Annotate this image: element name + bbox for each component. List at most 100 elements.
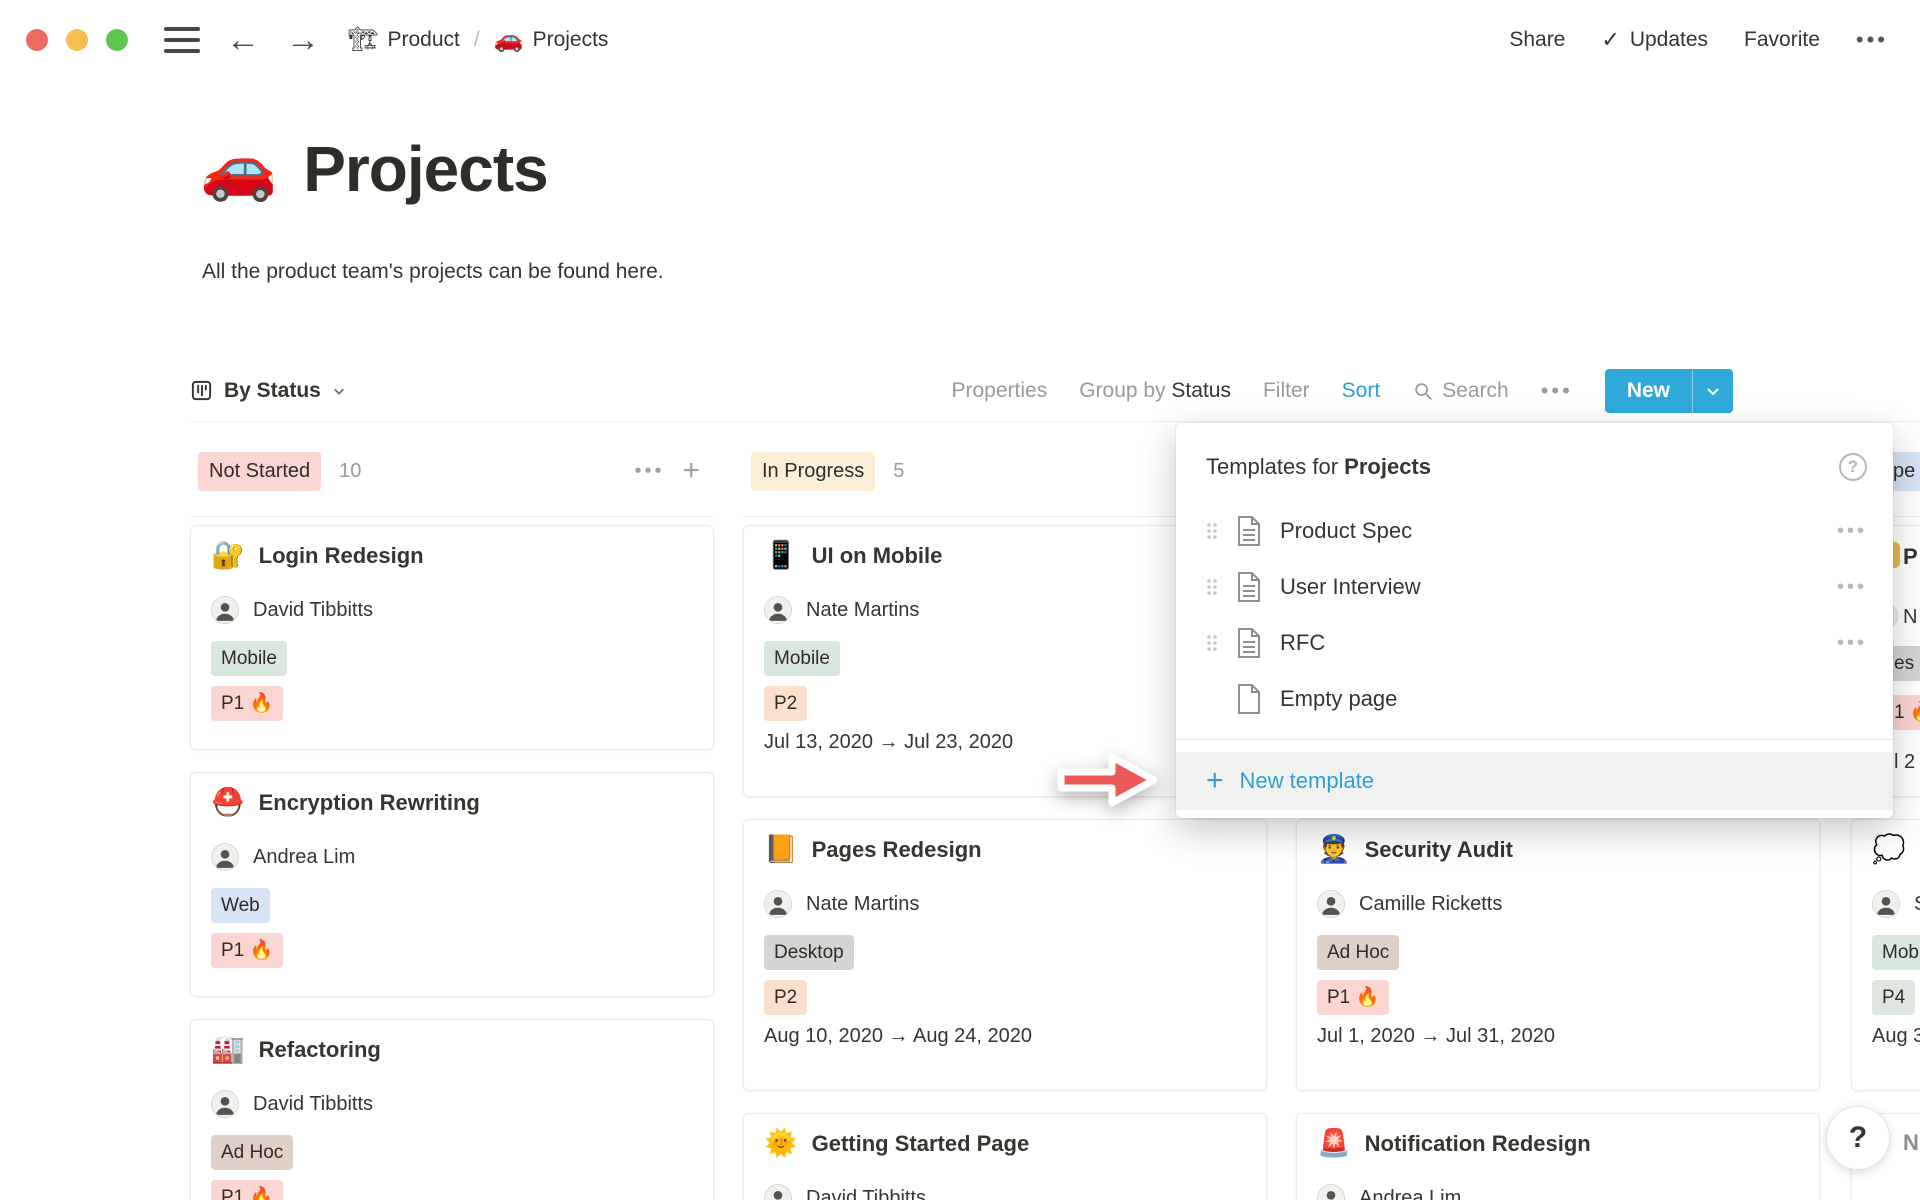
back-arrow-icon[interactable]: ←: [226, 23, 260, 57]
breadcrumb-projects[interactable]: 🚗 Projects: [494, 28, 609, 52]
close-button[interactable]: [26, 29, 48, 51]
card-encryption-rewriting[interactable]: ⛑️ Encryption Rewriting Andrea Lim Web P…: [190, 772, 714, 997]
document-icon: [1236, 572, 1262, 602]
new-button-chevron[interactable]: [1693, 369, 1733, 413]
card-login-redesign[interactable]: 🔐 Login Redesign David Tibbitts Mobile P…: [190, 525, 714, 750]
template-item-rfc[interactable]: RFC •••: [1176, 615, 1893, 671]
card-title: Pages Redesign: [812, 837, 982, 863]
tag-platform: Desktop: [764, 935, 854, 970]
tag-priority: P1 🔥: [1317, 980, 1389, 1015]
avatar: [1872, 890, 1900, 918]
car-emoji-icon: 🚗: [494, 28, 524, 52]
empty-page-icon: [1236, 684, 1262, 714]
page-icon[interactable]: 🚗: [200, 138, 277, 200]
card-dates: Jul 1, 2020 → Jul 31, 2020: [1317, 1025, 1799, 1048]
filter-button[interactable]: Filter: [1263, 379, 1310, 403]
sort-button[interactable]: Sort: [1342, 379, 1381, 403]
card-title: UI on Mobile: [812, 543, 943, 569]
template-item-empty-page[interactable]: Empty page: [1176, 671, 1893, 727]
updates-button[interactable]: ✓ Updates: [1601, 27, 1708, 53]
sun-emoji-icon: 🌞: [764, 1130, 798, 1157]
breadcrumb-product[interactable]: 🏗 Product: [348, 28, 460, 52]
tag-platform: Mobile: [764, 641, 840, 676]
card-fragment[interactable]: 💭 C S Mobile P4 Aug 3: [1851, 819, 1920, 1091]
template-item-user-interview[interactable]: User Interview •••: [1176, 559, 1893, 615]
mobile-phone-emoji-icon: 📱: [764, 542, 798, 569]
page-header: 🚗 Projects: [200, 132, 548, 206]
avatar: [764, 1184, 792, 1200]
chevron-down-icon: [1705, 383, 1721, 399]
card-title: Refactoring: [259, 1037, 381, 1063]
avatar: [1317, 890, 1345, 918]
new-button[interactable]: New: [1605, 369, 1733, 413]
sidebar-toggle-icon[interactable]: [164, 27, 200, 53]
search-button[interactable]: Search: [1412, 379, 1509, 403]
view-switcher-label: By Status: [224, 379, 321, 403]
template-item-more-button[interactable]: •••: [1837, 520, 1867, 543]
card-pages-redesign[interactable]: 📙 Pages Redesign Nate Martins Desktop P2…: [743, 819, 1267, 1091]
tag-priority: P4: [1872, 980, 1915, 1015]
thought-balloon-emoji-icon: 💭: [1872, 836, 1906, 863]
templates-menu: Templates for Projects ? Product Spec ••…: [1176, 423, 1893, 818]
share-button[interactable]: Share: [1509, 28, 1565, 52]
new-template-button[interactable]: + New template: [1176, 752, 1893, 810]
toolbar-more-button[interactable]: •••: [1541, 378, 1573, 404]
templates-help-icon[interactable]: ?: [1839, 453, 1867, 481]
page-description: All the product team's projects can be f…: [202, 260, 664, 284]
column-add-button[interactable]: +: [682, 456, 700, 486]
helmet-emoji-icon: ⛑️: [211, 789, 245, 816]
template-item-product-spec[interactable]: Product Spec •••: [1176, 503, 1893, 559]
card-refactoring[interactable]: 🏭 Refactoring David Tibbitts Ad Hoc P1 🔥: [190, 1019, 714, 1200]
rotating-light-emoji-icon: 🚨: [1317, 1130, 1351, 1157]
card-getting-started-page[interactable]: 🌞 Getting Started Page David Tibbitts: [743, 1113, 1267, 1200]
avatar: [764, 596, 792, 624]
group-by-prefix: Group by: [1079, 379, 1171, 402]
card-dates-fragment: Aug 3: [1872, 1025, 1920, 1048]
drag-handle-icon[interactable]: [1206, 522, 1220, 540]
favorite-button[interactable]: Favorite: [1744, 28, 1820, 52]
topbar-more-button[interactable]: •••: [1856, 27, 1888, 53]
column-more-button[interactable]: •••: [634, 460, 664, 483]
forward-arrow-icon[interactable]: →: [286, 23, 320, 57]
card-title-fragment: N: [1903, 1130, 1919, 1156]
person-name: Andrea Lim: [1359, 1187, 1461, 1200]
police-officer-emoji-icon: 👮: [1317, 836, 1351, 863]
card-title: Security Audit: [1365, 837, 1513, 863]
tag-priority: P1 🔥: [211, 686, 283, 721]
properties-button[interactable]: Properties: [951, 379, 1047, 403]
minimize-button[interactable]: [66, 29, 88, 51]
card-dates: Aug 10, 2020 → Aug 24, 2020: [764, 1025, 1246, 1048]
tag-priority: P1 🔥: [211, 1180, 283, 1200]
drag-handle-icon[interactable]: [1206, 578, 1220, 596]
template-item-label: User Interview: [1280, 574, 1421, 600]
view-switcher[interactable]: By Status: [190, 379, 346, 403]
traffic-lights: [26, 29, 128, 51]
zoom-button[interactable]: [106, 29, 128, 51]
avatar: [211, 843, 239, 871]
avatar: [1317, 1184, 1345, 1200]
template-item-more-button[interactable]: •••: [1837, 576, 1867, 599]
card-title-fragment: P: [1903, 544, 1918, 570]
column-header: Not Started 10 ••• +: [190, 450, 714, 517]
page-title: Projects: [303, 132, 548, 206]
person-name-fragment: N: [1903, 606, 1917, 629]
status-badge-not-started: Not Started: [198, 452, 321, 491]
person-name: David Tibbitts: [806, 1187, 926, 1200]
window-topbar: ← → 🏗 Product / 🚗 Projects Share ✓ Updat…: [0, 0, 1920, 80]
person-name: Nate Martins: [806, 599, 919, 622]
avatar: [211, 596, 239, 624]
search-label: Search: [1442, 379, 1509, 403]
new-button-label: New: [1605, 369, 1692, 413]
breadcrumb-projects-label: Projects: [533, 28, 609, 52]
group-by-button[interactable]: Group by Status: [1079, 379, 1231, 403]
board-column-third: 👮 Security Audit Camille Ricketts Ad Hoc…: [1296, 819, 1820, 1200]
person-name-fragment: S: [1914, 893, 1920, 916]
help-button[interactable]: ?: [1826, 1106, 1890, 1170]
avatar: [764, 890, 792, 918]
card-security-audit[interactable]: 👮 Security Audit Camille Ricketts Ad Hoc…: [1296, 819, 1820, 1091]
template-item-more-button[interactable]: •••: [1837, 632, 1867, 655]
drag-handle-icon[interactable]: [1206, 634, 1220, 652]
card-notification-redesign[interactable]: 🚨 Notification Redesign Andrea Lim: [1296, 1113, 1820, 1200]
red-pointer-arrow-icon: [1056, 744, 1160, 821]
template-item-label: RFC: [1280, 630, 1325, 656]
